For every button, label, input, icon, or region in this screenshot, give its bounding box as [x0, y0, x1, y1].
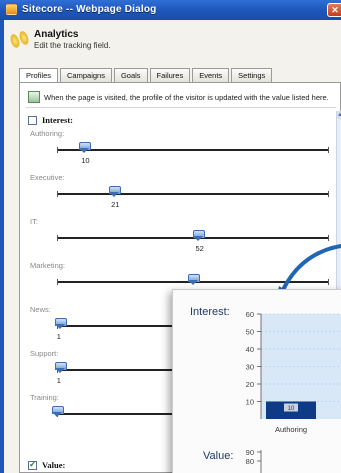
value-y-tick-label: 90: [246, 448, 254, 457]
value-y-tick-label: 80: [246, 457, 254, 466]
y-tick-label: 30: [246, 363, 254, 372]
data-label: 10: [288, 406, 295, 412]
y-tick-label: 40: [246, 345, 254, 354]
y-tick-label: 50: [246, 328, 254, 337]
y-tick-label: 20: [246, 380, 254, 389]
value-chart: 8090: [246, 448, 262, 473]
y-tick-label: 10: [246, 398, 254, 407]
x-tick-label: Authoring: [275, 425, 307, 434]
interest-chart: 10 20 30 40 50 60 10 Authoring: [246, 310, 341, 434]
y-tick-label: 60: [246, 310, 254, 319]
chart-overlay-card: Interest: 10 20 30 40 50 60 10 Authoring Value:…: [172, 289, 341, 473]
